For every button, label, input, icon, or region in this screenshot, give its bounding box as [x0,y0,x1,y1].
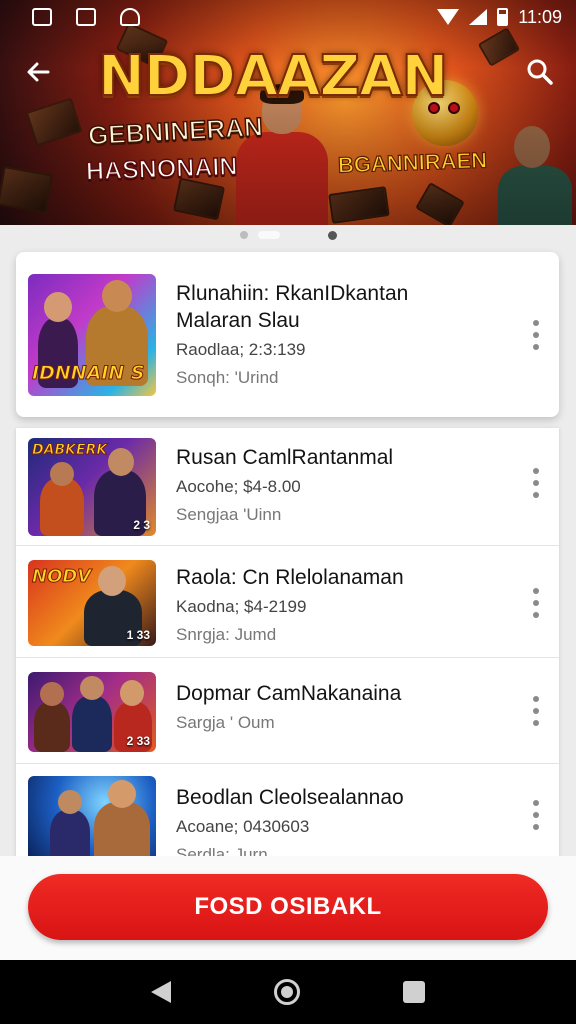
signal-icon [469,9,488,25]
hero-subtitle: HASNONAIN [85,152,239,187]
featured-card[interactable]: IDNNAIN S Rlunahiin: RkanIDkantan Malara… [16,252,559,417]
game-list: DABKERK 2 3 Rusan CamlRantanmal Aocohe; … [16,428,559,858]
thumbnail-label: DABKERK [31,442,108,459]
app-notification-icon [120,8,140,26]
nav-recents-icon[interactable] [402,981,425,1003]
list-item[interactable]: DABKERK 2 3 Rusan CamlRantanmal Aocohe; … [16,428,559,546]
item-meta: Sargja ' Oum [176,713,275,732]
item-meta: Sengjaa 'Uinn [176,505,282,524]
clock: 11:09 [518,6,562,27]
item-meta: Kaodna; $4-2199 [176,597,307,616]
image-notification-icon [32,8,52,26]
carousel-dot-active[interactable] [257,231,280,239]
nav-back-icon[interactable] [151,981,172,1003]
arrow-back-icon [27,62,50,82]
more-options-icon[interactable] [531,588,541,618]
item-title: Beodlan Cleolsealannao [176,786,404,809]
item-thumbnail: DABKERK 2 3 [28,438,156,536]
more-options-icon[interactable] [531,800,541,830]
back-button[interactable] [20,54,56,90]
hero-title: NDDAAZAN [97,43,449,110]
thumbnail-label: NODV [31,566,92,588]
item-thumbnail: NODV 1 33 [28,560,156,646]
featured-meta: Raodlaa; 2:3:139 [176,340,306,359]
item-title: Raola: Cn Rlelolanaman [176,566,404,589]
featured-title: Malaran Slau [176,309,300,332]
featured-meta: Sonqh: 'Urind [176,368,279,387]
more-options-icon[interactable] [531,320,541,350]
system-navigation-bar [0,960,576,1024]
bottom-action-area: FOSD OSIBAKL [0,856,576,960]
item-meta: Acoane; 0430603 [176,817,310,836]
carousel-dot[interactable] [327,230,337,240]
nav-home-icon[interactable] [273,979,300,1005]
thumbnail-label: IDNNAIN S [32,362,146,385]
more-options-icon[interactable] [531,468,541,498]
list-item[interactable]: Beodlan Cleolsealannao Acoane; 0430603 S… [16,764,559,858]
item-title: Rusan CamlRantanmal [176,446,394,469]
status-bar: 11:09 [0,0,576,34]
gallery-notification-icon [76,8,96,26]
primary-action-button[interactable]: FOSD OSIBAKL [28,874,548,940]
item-thumbnail [28,776,156,858]
wifi-icon [437,9,460,25]
item-meta: Aocohe; $4-8.00 [176,477,301,496]
more-options-icon[interactable] [531,696,541,726]
carousel-indicator [0,228,576,242]
list-item[interactable]: NODV 1 33 Raola: Cn Rlelolanaman Kaodna;… [16,546,559,658]
hero-subtitle: BGANNIRAEN [337,147,488,178]
list-item[interactable]: 2 33 Dopmar CamNakanaina Sargja ' Oum [16,658,559,764]
item-title: Dopmar CamNakanaina [176,682,402,705]
battery-icon [497,8,509,26]
item-meta: Snrgja: Jumd [176,625,277,644]
item-thumbnail: 2 33 [28,672,156,752]
carousel-dot[interactable] [239,231,248,239]
search-button[interactable] [522,54,558,90]
featured-thumbnail: IDNNAIN S [28,274,156,396]
search-icon [527,59,553,85]
featured-title: Rlunahiin: RkanIDkantan [176,282,409,305]
